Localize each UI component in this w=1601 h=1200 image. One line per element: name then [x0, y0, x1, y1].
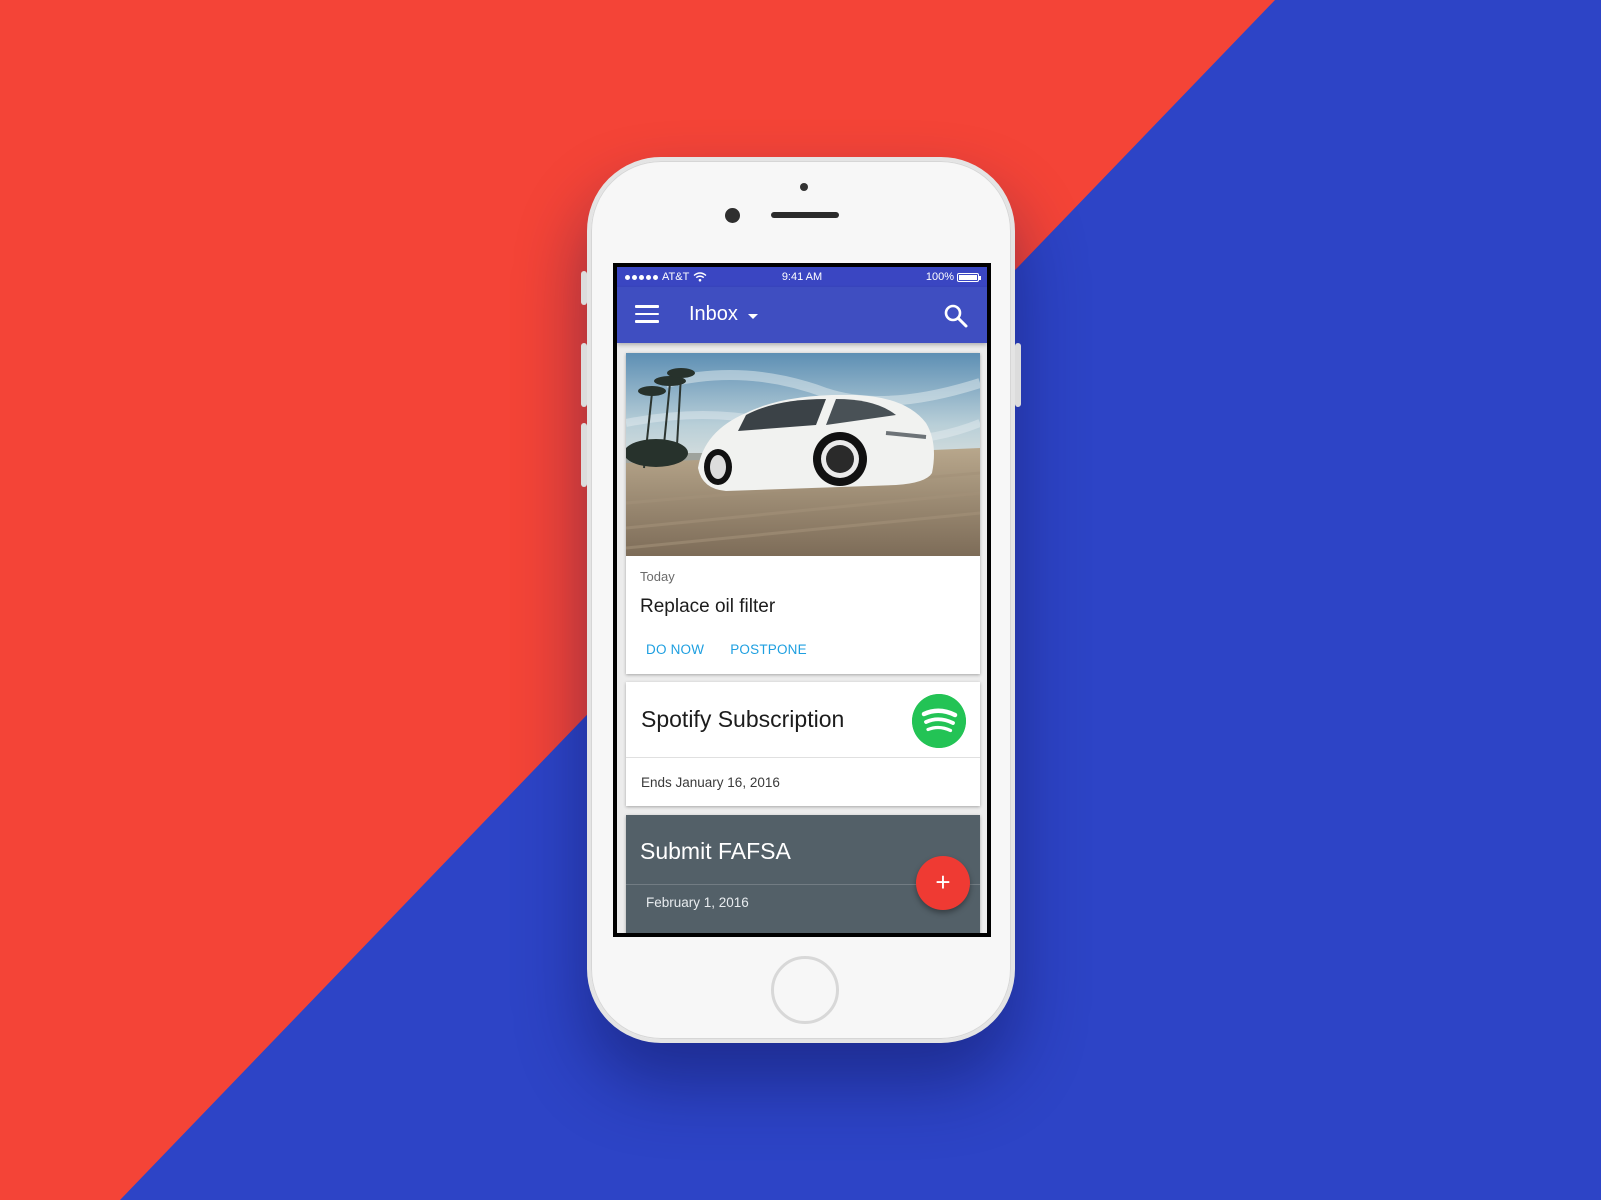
app-screen: AT&T 9:41 AM 100% Inbox Today Replace oi… — [617, 267, 987, 933]
volume-up-button — [581, 343, 587, 407]
mute-switch — [581, 271, 587, 305]
spotify-icon[interactable] — [912, 694, 966, 748]
reminder-date: Today — [640, 569, 675, 584]
car-photo — [626, 353, 980, 556]
earpiece-speaker — [771, 212, 839, 218]
hamburger-menu-icon[interactable] — [635, 305, 659, 325]
subscription-card[interactable]: Spotify Subscription Ends January 16, 20… — [626, 682, 980, 806]
subscription-end-date: Ends January 16, 2016 — [641, 775, 780, 790]
task-title: Submit FAFSA — [640, 838, 791, 864]
reminder-title: Replace oil filter — [640, 596, 776, 617]
front-camera — [725, 208, 740, 223]
battery-percent: 100% — [925, 271, 954, 283]
reminder-card[interactable]: Today Replace oil filter DO NOW POSTPONE — [626, 353, 980, 674]
status-right: 100% — [925, 271, 981, 283]
caret-down-icon — [747, 313, 758, 319]
reminder-actions: DO NOW POSTPONE — [640, 640, 827, 659]
search-icon[interactable] — [943, 303, 969, 329]
inbox-dropdown[interactable]: Inbox — [689, 303, 758, 326]
divider — [626, 757, 980, 758]
do-now-button[interactable]: DO NOW — [640, 640, 710, 659]
task-due-date: February 1, 2016 — [646, 895, 749, 910]
add-button[interactable]: + — [916, 856, 970, 910]
battery-icon — [957, 272, 981, 282]
power-button — [1015, 343, 1021, 407]
proximity-sensor — [800, 183, 808, 191]
subscription-title: Spotify Subscription — [641, 706, 845, 732]
phone-screen: AT&T 9:41 AM 100% Inbox Today Replace oi… — [613, 263, 991, 937]
status-bar: AT&T 9:41 AM 100% — [617, 267, 987, 287]
iphone-mockup: AT&T 9:41 AM 100% Inbox Today Replace oi… — [581, 157, 1021, 1043]
app-bar: Inbox — [617, 287, 987, 343]
volume-down-button — [581, 423, 587, 487]
plus-icon: + — [935, 867, 951, 897]
home-button[interactable] — [771, 956, 839, 1024]
app-bar-title: Inbox — [689, 303, 738, 325]
postpone-button[interactable]: POSTPONE — [724, 640, 813, 659]
